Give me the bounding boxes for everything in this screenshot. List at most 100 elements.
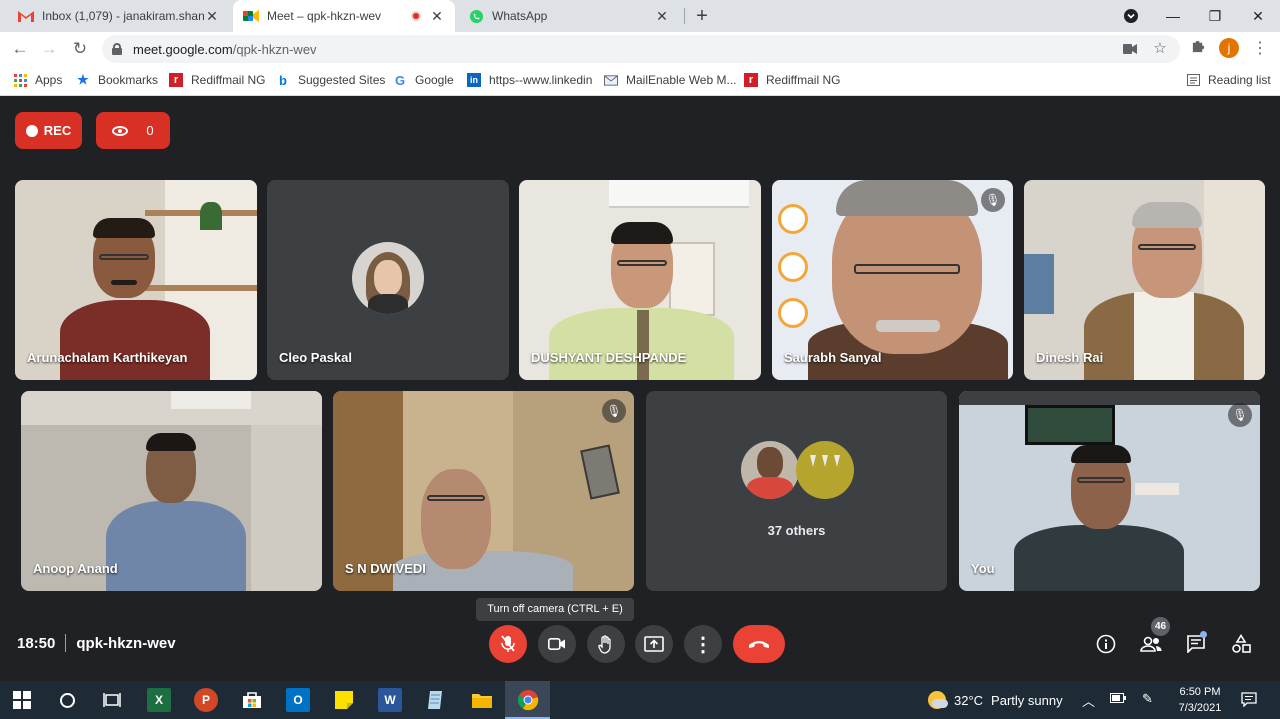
weather-widget[interactable]: 32°C Partly sunny: [928, 691, 1063, 709]
recording-label: REC: [43, 123, 72, 138]
logo-backdrop: [778, 252, 808, 282]
activities-button[interactable]: [1226, 629, 1256, 659]
camera-toggle-button[interactable]: [538, 625, 576, 663]
new-tab-button[interactable]: +: [690, 4, 714, 28]
bookmark-apps[interactable]: Apps: [13, 71, 62, 89]
mic-toggle-button[interactable]: [489, 625, 527, 663]
tab-title: Inbox (1,079) - janakiram.shanker@: [42, 9, 204, 23]
others-tile[interactable]: 37 others: [646, 391, 947, 591]
participant-name: S N DWIVEDI: [345, 561, 426, 576]
others-count-label: 37 others: [767, 523, 826, 538]
bookmark-linkedin[interactable]: in https--www.linkedin: [467, 71, 592, 89]
raise-hand-button[interactable]: [587, 625, 625, 663]
tab-title: Meet – qpk-hkzn-wev: [267, 9, 382, 23]
show-hidden-icons-chevron-icon[interactable]: ︿: [1082, 691, 1095, 710]
powerpoint-icon[interactable]: P: [194, 688, 218, 712]
tab-search-button[interactable]: [1117, 4, 1145, 28]
notepad-icon[interactable]: [424, 688, 448, 712]
wall-frame: [580, 444, 620, 500]
apps-grid-icon: [13, 73, 27, 87]
pen-workspace-icon[interactable]: ✎: [1142, 691, 1153, 707]
url-path: /qpk-hkzn-wev: [232, 41, 317, 57]
close-icon[interactable]: ✕: [654, 8, 670, 25]
outlook-icon[interactable]: O: [286, 688, 310, 712]
participant-name: You: [971, 561, 995, 576]
participant-tile[interactable]: Anoop Anand: [21, 391, 322, 591]
mic-muted-icon: 🎙︎: [981, 188, 1005, 212]
leave-call-button[interactable]: [733, 625, 785, 663]
rediffmail-icon: r: [744, 73, 758, 87]
battery-icon[interactable]: [1110, 691, 1126, 706]
back-button[interactable]: ←: [8, 37, 32, 61]
participant-name: Dinesh Rai: [1036, 350, 1104, 365]
participant-tile[interactable]: Cleo Paskal: [267, 180, 509, 380]
participant-avatar: [741, 441, 799, 499]
close-icon[interactable]: ✕: [204, 8, 220, 25]
file-explorer-icon[interactable]: [470, 688, 494, 712]
meeting-time: 18:50: [17, 634, 56, 652]
taskbar-clock[interactable]: 6:50 PM 7/3/2021: [1172, 684, 1228, 716]
bookmark-rediffmail[interactable]: r Rediffmail NG: [169, 71, 265, 89]
forward-button[interactable]: →: [37, 37, 61, 61]
logo-backdrop: [778, 204, 808, 234]
sticky-notes-icon[interactable]: [332, 688, 356, 712]
tile-border: [959, 391, 1260, 405]
bookmark-label: Google: [415, 73, 454, 87]
more-vert-icon: ⋮: [693, 633, 713, 656]
tab-meet[interactable]: Meet – qpk-hkzn-wev ✕: [233, 0, 455, 32]
task-view-icon[interactable]: [100, 688, 124, 712]
participant-tile[interactable]: Dinesh Rai: [1024, 180, 1265, 380]
extensions-puzzle-icon[interactable]: [1188, 38, 1208, 58]
bookmark-mailenable[interactable]: MailEnable Web M...: [604, 71, 737, 89]
excel-icon[interactable]: X: [147, 688, 171, 712]
live-viewers-button[interactable]: 0: [96, 112, 170, 149]
minimize-button[interactable]: —: [1159, 4, 1187, 28]
restore-button[interactable]: ❐: [1201, 4, 1229, 28]
reload-button[interactable]: ↻: [68, 37, 92, 61]
bookmark-bookmarks[interactable]: ★ Bookmarks: [76, 71, 158, 89]
windows-start-icon[interactable]: [10, 688, 34, 712]
activities-shapes-icon: [1232, 634, 1251, 653]
action-center-icon[interactable]: [1241, 691, 1257, 710]
chrome-icon[interactable]: [516, 688, 540, 712]
close-window-button[interactable]: ✕: [1244, 4, 1272, 28]
bookmark-label: MailEnable Web M...: [626, 73, 737, 87]
bookmark-google[interactable]: G Google: [393, 71, 454, 89]
camera-in-use-icon[interactable]: [1120, 39, 1140, 59]
present-screen-button[interactable]: [635, 625, 673, 663]
end-call-icon: [749, 641, 769, 648]
bookmark-label: Apps: [35, 73, 63, 87]
close-icon[interactable]: ✕: [429, 8, 445, 25]
tab-title: WhatsApp: [492, 9, 548, 23]
participant-tile[interactable]: DUSHYANT DESHPANDE: [519, 180, 761, 380]
viewers-count: 0: [146, 123, 154, 138]
eye-icon: [112, 125, 129, 136]
bookmark-label: https--www.linkedin: [489, 73, 593, 87]
bookmark-suggested-sites[interactable]: b Suggested Sites: [276, 71, 385, 89]
self-view-tile[interactable]: 🎙︎ You: [959, 391, 1260, 591]
browser-menu-icon[interactable]: ⋮: [1252, 37, 1268, 61]
tab-gmail[interactable]: Inbox (1,079) - janakiram.shanker@ ✕: [8, 0, 230, 32]
bookmark-rediffmail-2[interactable]: r Rediffmail NG: [744, 71, 840, 89]
profile-avatar[interactable]: j: [1219, 38, 1239, 58]
reading-list-button[interactable]: Reading list: [1186, 71, 1271, 89]
bookmark-label: Suggested Sites: [298, 73, 386, 87]
video-camera-icon: [548, 638, 565, 650]
participant-tile[interactable]: 🎙︎ Saurabh Sanyal: [772, 180, 1013, 380]
camera-tooltip: Turn off camera (CTRL + E): [476, 598, 634, 621]
microsoft-store-icon[interactable]: [240, 688, 264, 712]
bookmark-star-icon[interactable]: ☆: [1150, 39, 1170, 59]
recording-button[interactable]: REC: [15, 112, 82, 149]
google-icon: G: [394, 72, 406, 88]
participant-name: DUSHYANT DESHPANDE: [531, 350, 687, 365]
word-icon[interactable]: W: [378, 688, 402, 712]
participant-tile[interactable]: Arunachalam Karthikeyan: [15, 180, 257, 380]
meeting-details-button[interactable]: [1091, 629, 1121, 659]
tab-whatsapp[interactable]: WhatsApp ✕: [458, 0, 680, 32]
search-cortana-icon[interactable]: [55, 688, 79, 712]
participant-tile[interactable]: 🎙︎ S N DWIVEDI: [333, 391, 634, 591]
logo-backdrop: [778, 298, 808, 328]
partly-sunny-icon: [928, 691, 948, 709]
address-bar[interactable]: meet.google.com/qpk-hkzn-wev ☆: [102, 35, 1180, 63]
more-options-button[interactable]: ⋮: [684, 625, 722, 663]
